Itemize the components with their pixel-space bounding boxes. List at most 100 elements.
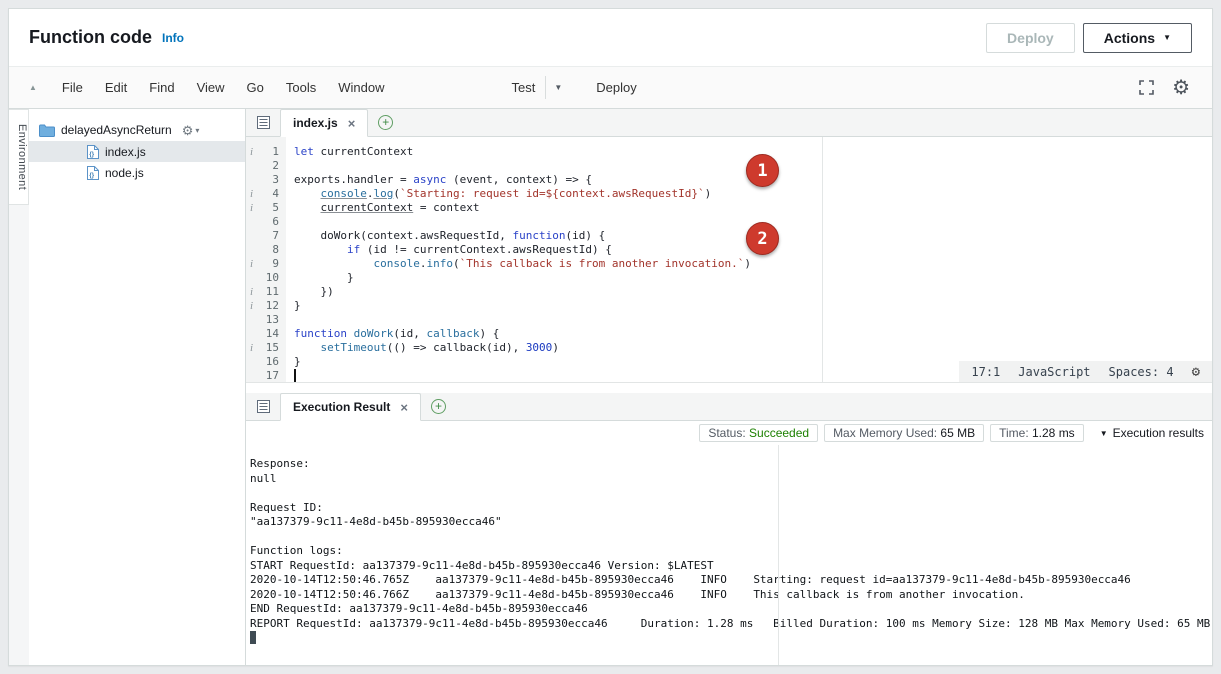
results-toggle-caret-icon: ▼ [1100, 429, 1108, 438]
log-line: "aa137379-9c11-4e8d-b45b-895930ecca46" [250, 515, 1212, 530]
menubar-deploy-item[interactable]: Deploy [596, 80, 636, 95]
tree-file-index-js[interactable]: {}index.js [29, 141, 245, 162]
log-line: 2020-10-14T12:50:46.766Z aa137379-9c11-4… [250, 588, 1212, 603]
caret-down-icon: ▼ [1163, 33, 1171, 42]
annotation-callout-1: 1 [746, 154, 779, 187]
code-line: 6 [246, 215, 1212, 229]
code-line: i11 }) [246, 285, 1212, 299]
badge-label: Time: [999, 426, 1032, 440]
tree-settings-gear-icon[interactable]: ⚙ ▾ [182, 124, 200, 137]
tab-index-js[interactable]: index.js × [280, 109, 368, 137]
info-link[interactable]: Info [162, 31, 184, 45]
code-line-text: } [286, 271, 354, 285]
code-editor[interactable]: i1let currentContext23exports.handler = … [246, 137, 1212, 383]
code-line: 13 [246, 313, 1212, 327]
actions-button[interactable]: Actions ▼ [1083, 23, 1192, 53]
statusbar-gear-icon[interactable]: ⚙ [1192, 365, 1200, 379]
panel-header: Function code Info Deploy Actions ▼ [9, 9, 1212, 67]
file-list-icon[interactable] [246, 109, 280, 136]
page-title: Function code [29, 27, 152, 48]
line-number: i15 [246, 341, 286, 355]
log-line: null [250, 472, 1212, 487]
info-marker-icon: i [250, 187, 253, 201]
badge-value: 65 MB [940, 426, 975, 440]
menu-file[interactable]: File [51, 80, 94, 95]
test-caret-icon[interactable]: ▼ [546, 83, 570, 92]
execution-log[interactable]: Response:null Request ID:"aa137379-9c11-… [246, 445, 1212, 665]
code-line: 8 if (id != currentContext.awsRequestId)… [246, 243, 1212, 257]
code-line-text: }) [286, 285, 334, 299]
menu-view[interactable]: View [186, 80, 236, 95]
results-file-list-icon[interactable] [246, 393, 280, 420]
file-tree-sidebar: delayedAsyncReturn ⚙ ▾ {}index.js{}node.… [29, 109, 246, 665]
menu-tools[interactable]: Tools [275, 80, 327, 95]
cursor-position[interactable]: 17:1 [971, 365, 1000, 379]
badge-value: Succeeded [749, 426, 809, 440]
pane-splitter[interactable] [246, 383, 1212, 393]
results-add-tab-icon[interactable]: + [431, 399, 446, 414]
editor-body: Environment delayedAsyncReturn ⚙ ▾ {}ind… [9, 109, 1212, 665]
log-line [250, 530, 1212, 545]
menu-go[interactable]: Go [236, 80, 275, 95]
log-line: Response: [250, 457, 1212, 472]
menu-edit[interactable]: Edit [94, 80, 138, 95]
log-line: Function logs: [250, 544, 1212, 559]
results-toolbar: Status: SucceededMax Memory Used: 65 MBT… [246, 421, 1212, 445]
info-marker-icon: i [250, 201, 253, 215]
tree-folder-row[interactable]: delayedAsyncReturn ⚙ ▾ [29, 119, 245, 141]
code-line: i5 currentContext = context [246, 201, 1212, 215]
line-number: 6 [246, 215, 286, 229]
code-line-text: let currentContext [286, 145, 413, 159]
code-line-text [286, 215, 294, 229]
fullscreen-icon[interactable] [1139, 80, 1154, 95]
line-number: 7 [246, 229, 286, 243]
add-tab-icon[interactable]: + [378, 115, 393, 130]
line-number: 8 [246, 243, 286, 257]
code-line-text: console.info(`This callback is from anot… [286, 257, 751, 271]
line-number: 14 [246, 327, 286, 341]
line-number: i4 [246, 187, 286, 201]
environment-tab[interactable]: Environment [9, 109, 29, 205]
results-pane: Execution Result × + Status: SucceededMa… [246, 393, 1212, 665]
folder-label: delayedAsyncReturn [61, 123, 172, 137]
test-dropdown[interactable]: Test ▼ [505, 76, 570, 99]
js-file-icon: {} [87, 166, 99, 180]
line-number: i9 [246, 257, 286, 271]
execution-results-toggle[interactable]: ▼ Execution results [1100, 426, 1204, 440]
log-line [250, 486, 1212, 501]
tab-execution-result[interactable]: Execution Result × [280, 393, 421, 421]
menu-find[interactable]: Find [138, 80, 185, 95]
deploy-button[interactable]: Deploy [986, 23, 1075, 53]
line-number: 16 [246, 355, 286, 369]
log-cursor [250, 631, 256, 644]
header-buttons: Deploy Actions ▼ [986, 23, 1192, 53]
code-line: i9 console.info(`This callback is from a… [246, 257, 1212, 271]
js-file-icon: {} [87, 145, 99, 159]
code-line-text: if (id != currentContext.awsRequestId) { [286, 243, 612, 257]
environment-strip: Environment [9, 109, 29, 665]
menu-window[interactable]: Window [327, 80, 395, 95]
close-icon[interactable]: × [348, 117, 356, 130]
results-close-icon[interactable]: × [400, 401, 408, 414]
editor-settings-gear-icon[interactable]: ⚙ [1172, 78, 1190, 98]
spaces-setting[interactable]: Spaces: 4 [1109, 365, 1174, 379]
tree-file-node-js[interactable]: {}node.js [29, 162, 245, 183]
annotation-callout-2: 2 [746, 222, 779, 255]
language-mode[interactable]: JavaScript [1018, 365, 1090, 379]
info-marker-icon: i [250, 145, 253, 159]
line-number: i1 [246, 145, 286, 159]
editor-statusbar: 17:1 JavaScript Spaces: 4 ⚙ [959, 361, 1212, 382]
results-tabbar: Execution Result × + [246, 393, 1212, 421]
log-line: Request ID: [250, 501, 1212, 516]
code-line-text: doWork(context.awsRequestId, function(id… [286, 229, 605, 243]
info-marker-icon: i [250, 299, 253, 313]
log-line: REPORT RequestId: aa137379-9c11-4e8d-b45… [250, 617, 1212, 632]
code-line: 10 } [246, 271, 1212, 285]
line-number: 17 [246, 369, 286, 383]
collapse-pane-icon[interactable]: ▲ [29, 83, 37, 92]
line-number: i5 [246, 201, 286, 215]
badge-status: Status: Succeeded [699, 424, 818, 442]
text-cursor [294, 369, 296, 382]
code-line-text [286, 369, 294, 383]
log-lines: Response:null Request ID:"aa137379-9c11-… [250, 457, 1212, 631]
